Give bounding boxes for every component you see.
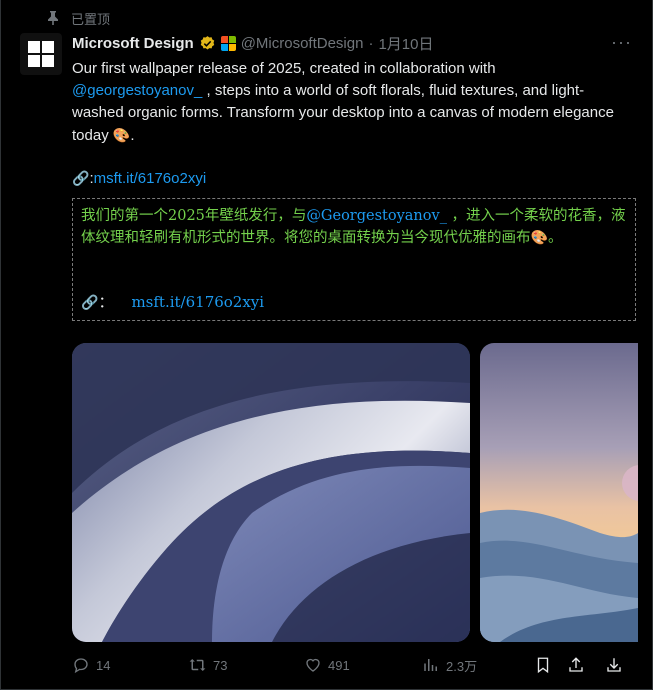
translation-end: 。	[547, 230, 563, 246]
author-handle[interactable]: @MicrosoftDesign	[241, 35, 364, 52]
repost-icon	[189, 659, 206, 671]
tweet-text-before: Our first wallpaper release of 2025, cre…	[72, 60, 496, 77]
reply-icon	[74, 658, 88, 674]
views-button[interactable]: 2.3万	[422, 656, 534, 675]
views-chart-icon	[424, 659, 437, 671]
translation-palette-emoji: 🎨	[530, 230, 548, 246]
bookmark-button[interactable]	[534, 656, 567, 674]
translation-before: 我们的第一个2025年壁纸发行，与	[81, 208, 307, 224]
verified-badge-icon[interactable]	[199, 35, 216, 52]
repost-count: 73	[213, 657, 228, 673]
tweet-text-end: .	[130, 127, 135, 144]
affiliate-badge-icon[interactable]	[220, 35, 236, 51]
download-icon	[607, 658, 621, 672]
pin-icon	[47, 11, 59, 25]
translation-text: 我们的第一个2025年壁纸发行，与@Georgestoyanov_ ，进入一个柔…	[81, 205, 627, 249]
avatar[interactable]	[20, 33, 62, 75]
wallpaper-image-2[interactable]	[480, 343, 638, 642]
heart-icon	[306, 658, 320, 672]
share-button[interactable]	[567, 656, 605, 674]
translation-link-icon: 🔗	[81, 295, 99, 311]
tweet-url-link[interactable]: msft.it/6176o2xyi	[94, 170, 207, 187]
reply-button[interactable]: 14	[72, 656, 188, 674]
views-count: 2.3万	[446, 658, 478, 674]
link-icon: 🔗	[72, 170, 90, 186]
translation-link-line: 🔗： msft.it/6176o2xyi	[81, 291, 264, 312]
palette-emoji: 🎨	[112, 127, 131, 143]
tweet-text: Our first wallpaper release of 2025, cre…	[72, 58, 622, 147]
translation-mention-link[interactable]: @Georgestoyanov_	[306, 208, 447, 224]
repost-button[interactable]: 73	[188, 656, 304, 674]
more-options-icon[interactable]: ···	[611, 33, 632, 51]
pinned-label: 已置顶	[71, 11, 111, 27]
separator: ·	[368, 34, 374, 52]
reply-count: 14	[96, 657, 111, 673]
like-count: 491	[328, 657, 350, 673]
microsoft-logo-icon	[28, 41, 54, 67]
like-button[interactable]: 491	[304, 656, 422, 674]
share-icon	[569, 657, 583, 672]
bookmark-icon	[537, 657, 549, 674]
tweet-date[interactable]: 1月10日	[378, 33, 433, 54]
download-button[interactable]	[605, 656, 625, 674]
tweet-header: Microsoft Design @MicrosoftDesign · 1月10…	[72, 33, 632, 53]
translation-link-colon: ：	[98, 293, 114, 311]
wallpaper-image-1[interactable]	[72, 343, 470, 642]
tweet-link-line: 🔗:msft.it/6176o2xyi	[72, 167, 206, 190]
mention-link[interactable]: @georgestoyanov_	[72, 82, 202, 99]
tweet-card[interactable]: 已置顶 Microsoft Design @MicrosoftDesign · …	[0, 0, 653, 690]
pinned-indicator: 已置顶	[47, 9, 110, 27]
translation-box: 我们的第一个2025年壁纸发行，与@Georgestoyanov_ ，进入一个柔…	[72, 198, 636, 321]
display-name[interactable]: Microsoft Design	[72, 35, 194, 52]
action-bar: 14 73 491 2.3万	[72, 654, 632, 676]
translation-url-link[interactable]: msft.it/6176o2xyi	[131, 293, 264, 311]
